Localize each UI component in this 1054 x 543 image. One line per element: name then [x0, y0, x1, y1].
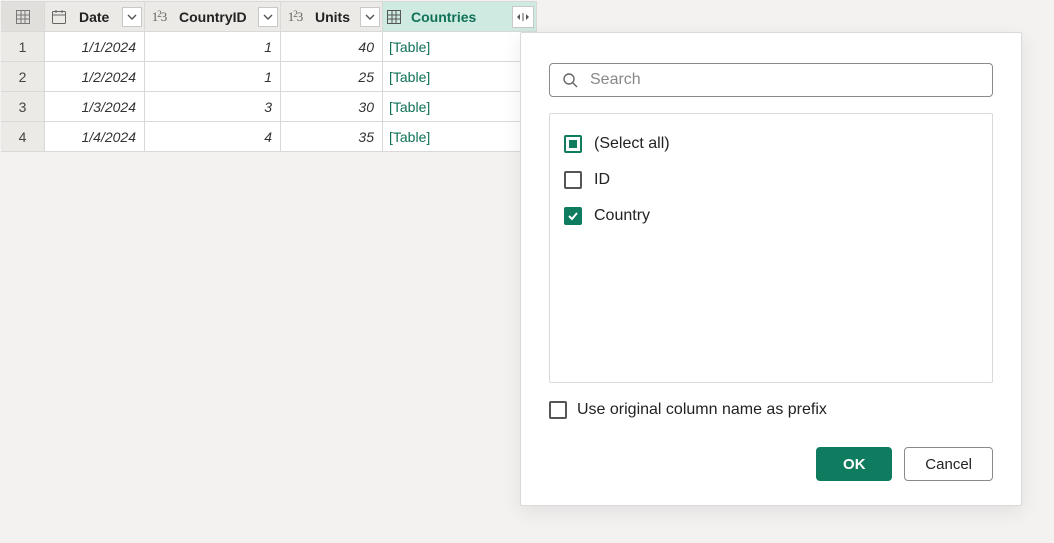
row-number[interactable]: 2 — [1, 62, 45, 92]
search-icon — [562, 72, 578, 88]
column-label: CountryID — [177, 9, 247, 25]
search-box[interactable] — [549, 63, 993, 97]
column-label: Units — [313, 9, 350, 25]
cancel-button[interactable]: Cancel — [904, 447, 993, 481]
table-row[interactable]: 31/3/2024330[Table] — [1, 92, 537, 122]
cell-units[interactable]: 25 — [281, 62, 383, 92]
column-label: Date — [77, 9, 109, 25]
option-id[interactable]: ID — [564, 162, 978, 198]
option-label: ID — [594, 171, 610, 189]
cell-date[interactable]: 1/1/2024 — [45, 32, 145, 62]
cell-units[interactable]: 35 — [281, 122, 383, 152]
grid-header-row: Date 123 CountryID — [1, 2, 537, 32]
option-label: Country — [594, 207, 650, 225]
checkbox-indeterminate-icon — [564, 135, 582, 153]
cell-countryid[interactable]: 1 — [145, 62, 281, 92]
option-select-all[interactable]: (Select all) — [564, 126, 978, 162]
cell-date[interactable]: 1/4/2024 — [45, 122, 145, 152]
checkbox-unchecked-icon — [564, 171, 582, 189]
option-country[interactable]: Country — [564, 198, 978, 234]
chevron-down-icon — [127, 12, 137, 22]
expand-column-popup: (Select all) ID Country Use original col… — [520, 32, 1022, 506]
cell-countries[interactable]: [Table] — [383, 122, 537, 152]
dialog-buttons: OK Cancel — [549, 447, 993, 481]
row-number[interactable]: 4 — [1, 122, 45, 152]
column-filter-button[interactable] — [360, 7, 380, 27]
column-header-countries[interactable]: Countries — [383, 2, 537, 32]
cell-units[interactable]: 40 — [281, 32, 383, 62]
cell-countries[interactable]: [Table] — [383, 62, 537, 92]
button-label: OK — [843, 456, 866, 473]
cell-countries[interactable]: [Table] — [383, 92, 537, 122]
cell-countries[interactable]: [Table] — [383, 32, 537, 62]
column-filter-button[interactable] — [122, 7, 142, 27]
search-input[interactable] — [588, 70, 980, 90]
checkbox-checked-icon — [564, 207, 582, 225]
cell-date[interactable]: 1/2/2024 — [45, 62, 145, 92]
cell-units[interactable]: 30 — [281, 92, 383, 122]
checkbox-unchecked-icon — [549, 401, 567, 419]
number-type-icon: 123 — [145, 9, 173, 25]
column-label: Countries — [409, 9, 476, 25]
column-filter-button[interactable] — [258, 7, 278, 27]
option-label: Use original column name as prefix — [577, 401, 827, 419]
column-header-units[interactable]: 123 Units — [281, 2, 383, 32]
row-number[interactable]: 3 — [1, 92, 45, 122]
row-number[interactable]: 1 — [1, 32, 45, 62]
table-row[interactable]: 41/4/2024435[Table] — [1, 122, 537, 152]
table-row[interactable]: 21/2/2024125[Table] — [1, 62, 537, 92]
expand-column-button[interactable] — [512, 6, 534, 28]
column-select-list: (Select all) ID Country — [549, 113, 993, 383]
data-grid: Date 123 CountryID — [1, 1, 537, 152]
table-row[interactable]: 11/1/2024140[Table] — [1, 32, 537, 62]
number-type-icon: 123 — [281, 9, 309, 25]
button-label: Cancel — [925, 456, 972, 473]
chevron-down-icon — [365, 12, 375, 22]
ok-button[interactable]: OK — [816, 447, 892, 481]
option-label: (Select all) — [594, 135, 670, 153]
cell-countryid[interactable]: 3 — [145, 92, 281, 122]
table-icon — [16, 10, 30, 24]
column-header-date[interactable]: Date — [45, 2, 145, 32]
expand-icon — [516, 11, 530, 23]
cell-countryid[interactable]: 4 — [145, 122, 281, 152]
column-header-countryid[interactable]: 123 CountryID — [145, 2, 281, 32]
row-selector-header[interactable] — [1, 2, 45, 32]
use-prefix-option[interactable]: Use original column name as prefix — [549, 401, 993, 419]
cell-countryid[interactable]: 1 — [145, 32, 281, 62]
app-root: Date 123 CountryID — [0, 0, 1054, 543]
calendar-icon — [45, 9, 73, 25]
table-type-icon — [383, 10, 405, 24]
cell-date[interactable]: 1/3/2024 — [45, 92, 145, 122]
chevron-down-icon — [263, 12, 273, 22]
